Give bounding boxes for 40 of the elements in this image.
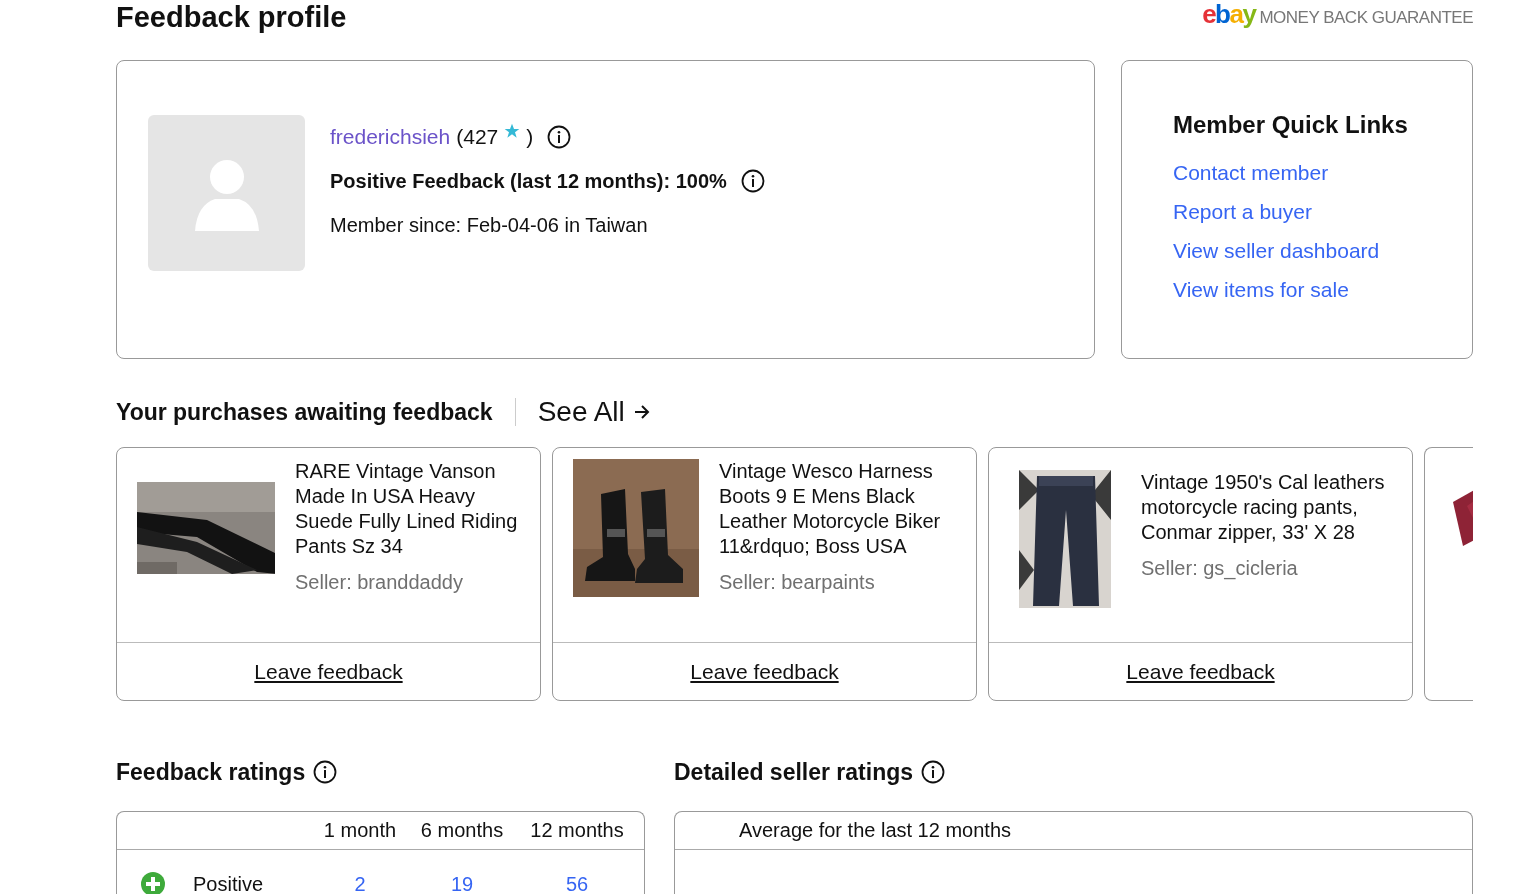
seller-name: Seller: bearpaints — [719, 571, 876, 594]
member-since: Member since: Feb-04-06 in Taiwan — [330, 212, 649, 238]
section-title: Your purchases awaiting feedback — [116, 398, 493, 426]
item-title: Vintage 1950's Cal leathers motorcycle racing pants, Conmar zipper, 33' X 28 — [1141, 470, 1386, 545]
column-header: 12 months — [529, 819, 625, 842]
rating-label: Positive — [193, 872, 264, 894]
info-icon[interactable] — [921, 760, 946, 784]
feedback-score: (427 — [456, 125, 499, 149]
username-link[interactable]: frederichsieh — [330, 125, 451, 149]
leave-feedback-link[interactable]: Leave feedback — [1126, 659, 1275, 684]
logo: ebay — [1202, 0, 1256, 28]
seller-name: Seller: branddaddy — [295, 571, 464, 594]
guarantee-text: MONEY BACK GUARANTEE — [1259, 8, 1473, 28]
page-title: Feedback profile — [116, 0, 347, 34]
column-header: Average for the last 12 months — [739, 819, 1011, 842]
info-icon[interactable] — [740, 169, 765, 193]
section-title: Detailed seller ratings — [674, 758, 914, 786]
leave-feedback-link[interactable]: Leave feedback — [690, 659, 839, 684]
score-bracket: ) — [526, 125, 534, 149]
leave-feedback-link[interactable]: Leave feedback — [254, 659, 403, 684]
item-title: RARE Vintage Vanson Made In USA Heavy Suede Fully Lined Riding Pants Sz 34 — [295, 459, 519, 559]
positive-feedback: Positive Feedback (last 12 months): 100% — [330, 169, 727, 193]
quick-link[interactable]: Report a buyer — [1173, 192, 1472, 231]
quick-links-title: Member Quick Links — [1173, 111, 1409, 139]
column-header: 1 month — [322, 819, 398, 842]
section-title: Feedback ratings — [116, 758, 306, 786]
rating-count-link[interactable]: 56 — [517, 872, 637, 894]
see-all-link[interactable]: See All — [537, 396, 651, 428]
arrow-icon — [632, 403, 651, 421]
quick-link[interactable]: View items for sale — [1173, 270, 1472, 309]
quick-link[interactable]: Contact member — [1173, 153, 1472, 192]
column-header: 6 months — [419, 819, 505, 842]
quick-link[interactable]: View seller dashboard — [1173, 231, 1472, 270]
rating-count-link[interactable]: 2 — [313, 872, 407, 894]
info-icon[interactable] — [547, 125, 572, 149]
info-icon[interactable] — [313, 760, 338, 784]
item-title: Vintage Wesco Harness Boots 9 E Mens Black Leather Motorcycle Biker 11&rdquo; Boss USA — [719, 459, 942, 559]
star-icon — [504, 123, 521, 139]
rating-count-link[interactable]: 19 — [407, 872, 517, 894]
seller-name: Seller: gs_cicleria — [1141, 557, 1299, 580]
